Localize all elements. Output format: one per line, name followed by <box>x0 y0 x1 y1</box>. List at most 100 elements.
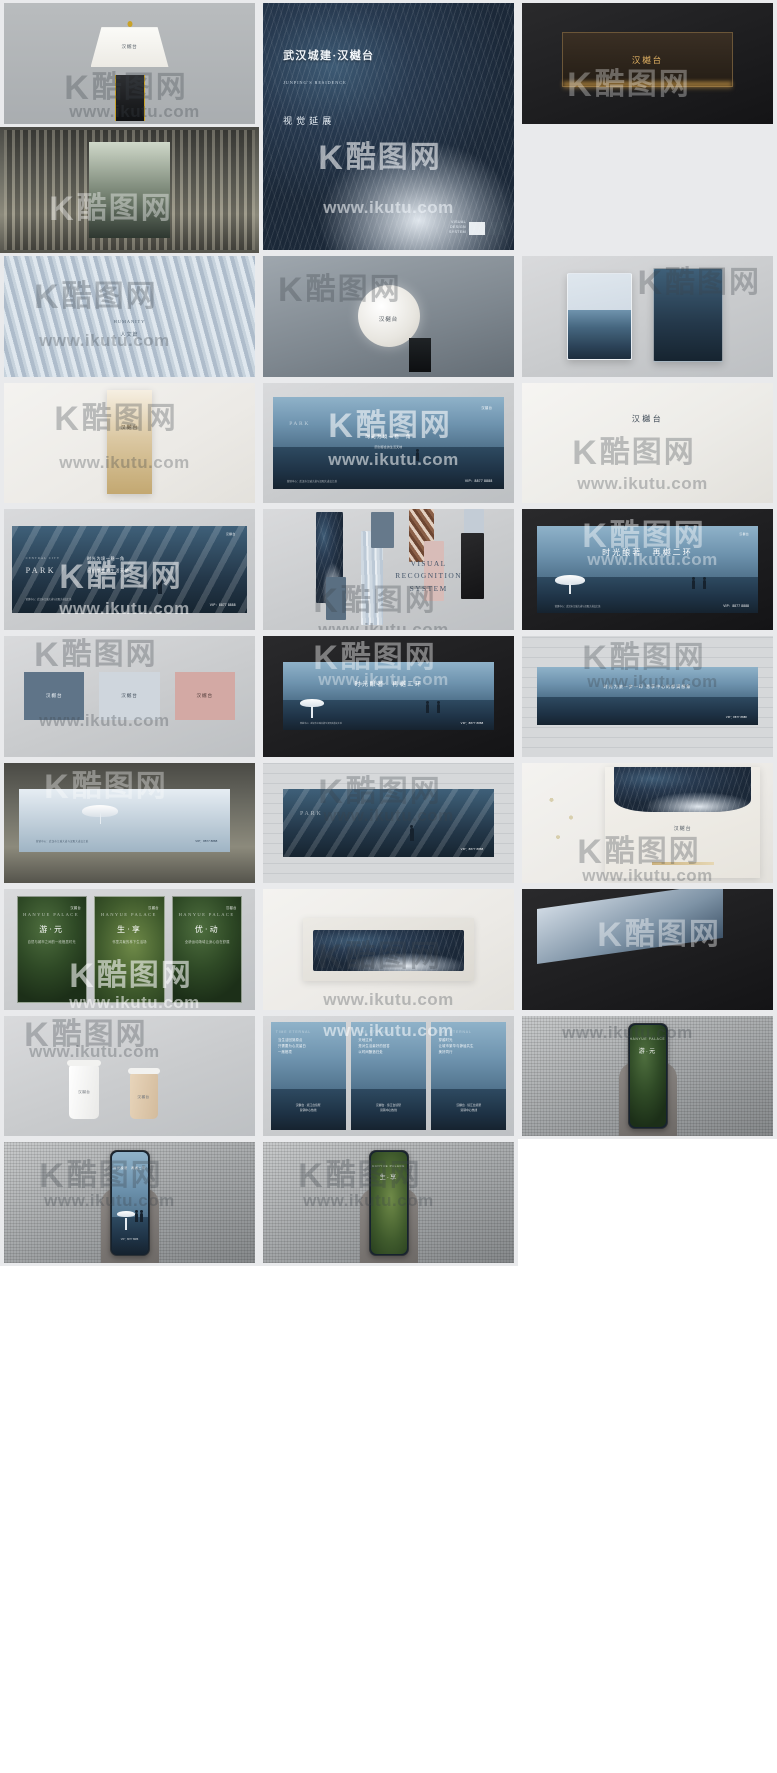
lamp-base <box>114 75 145 122</box>
vds-line-1: VISUAL <box>451 219 466 224</box>
vrs-line-3: SYSTEM <box>409 583 448 593</box>
envelope-label: 汉樾台 <box>673 827 692 833</box>
cell-standing-lightboxes[interactable]: K 酷图网 <box>518 253 777 380</box>
green-poster-2[interactable]: 汉樾台 HANYUE PALACE 优·动 全龄运动场域让身心自在舒展 <box>172 896 243 1003</box>
cell-lobby-lightbox[interactable]: 营销中心：武汉市江城大道与汉阳大道交汇处 VIP：8877 8888 K 酷图网 <box>0 759 259 887</box>
cell-corridor-billboard[interactable]: PARK VIP：8877 8888 K 酷图网 www.ikutu.com <box>259 759 518 887</box>
badge-box-dark <box>487 222 504 236</box>
park-en: PARK <box>289 421 310 428</box>
phone-device[interactable]: HANYUE PALACE 游·元 <box>627 1022 668 1130</box>
park-address: 营销中心：武汉市江城大道与汉阳大道交汇处 <box>25 598 72 601</box>
poster-footer: 汉樾台 · 境江台境墅 营销中心热线 <box>376 1102 401 1112</box>
park-word: PARK <box>299 810 323 817</box>
gallery-billboard-creative: 时光酿著 再樾二环 营销中心：武汉市江城大道与汉阳大道交汇处 VIP：8877 … <box>283 662 494 731</box>
cell-moon-plaque-logo[interactable]: 汉樾台 K 酷图网 <box>259 253 518 380</box>
poster-sub: 全龄运动场域让身心自在舒展 <box>184 940 230 945</box>
page-title: 武汉城建·汉樾台 <box>283 50 375 63</box>
vds-line-3: SYSTEM <box>449 230 466 235</box>
blue-poster-0[interactable]: TIME ETERNAL 当生活回到原点 只需要为心灵留白 一席栖境 汉樾台 ·… <box>270 1021 346 1131</box>
cell-green-poster-trio[interactable]: 汉樾台 HANYUE PALACE 游·元 自然与城市之间的一段栖居时光 汉樾台… <box>0 886 259 1013</box>
lamp-brand-label: 汉樾台 <box>121 44 138 49</box>
park-slogan-2: 因创都会的生活天地 <box>87 567 130 573</box>
subway-billboard-creative: 时光为旅一步一印 悉享中心的都满想象 VIP：8877 8888 <box>537 667 758 726</box>
humanity-cn-label: 人文篇 <box>120 332 139 338</box>
brand-mark: 汉樾台 <box>481 405 493 410</box>
cell-station-overhead-billboard[interactable]: K 酷图网 <box>518 886 777 1013</box>
cup-kraft: 汉樾台 <box>127 1068 160 1120</box>
blue-poster-2[interactable]: TIME ETERNAL 穿越时光 让城市繁华与静谧共生 美好同行 汉樾台 · … <box>431 1021 507 1131</box>
cell-phone-green-poster-3[interactable]: HANYUE PALACE 生·享 K 酷图网 www.ikutu.com <box>259 1139 518 1266</box>
poster-footer: 汉樾台 · 境江台境墅 营销中心热线 <box>456 1102 482 1112</box>
park-vip: VIP：8877 8888 <box>209 603 236 608</box>
cell-blank-texture-logo[interactable]: 汉樾台 K 酷图网 www.ikutu.com <box>518 379 777 507</box>
green-poster-1[interactable]: 汉樾台 HANYUE PALACE 生·享 邻里共聚的林下生活场 <box>94 896 165 1003</box>
watermark-url: www.ikutu.com <box>323 990 454 1010</box>
cell-envelope-stationery[interactable]: 汉樾台 K 酷图网 www.ikutu.com <box>518 759 777 887</box>
cell-cover-title-card[interactable]: 武汉城建·汉樾台 JUNPING'S RESIDENCE 视觉延展 VISUAL… <box>259 0 518 254</box>
cell-park-billboard[interactable]: 汉樾台 CENTRAL CITY PARK 时光为境一稳一角 因创都会的生活天地… <box>0 506 259 633</box>
swatch-2: 汉樾台 <box>174 672 235 721</box>
cell-phone-blue-poster-3[interactable]: 时光酿著 再樾二环 VIP：8877 8888 K 酷图网 www.ikutu.c… <box>0 1139 259 1266</box>
watermark-logo: K 酷图网 <box>572 433 696 472</box>
moon-plaque-label: 汉樾台 <box>378 316 399 323</box>
cell-color-swatches[interactable]: 汉樾台 汉樾台 汉樾台 K 酷图网 www.ikutu.com <box>0 632 259 760</box>
cell-phone-in-hand-blue-2[interactable] <box>518 126 777 254</box>
lightbox-right <box>652 268 723 363</box>
billboard-slogan: 时光为境一稳一角 <box>365 433 412 439</box>
cell-phone-green-poster-2[interactable]: HANYUE PALACE 游·元 www.ikutu.com <box>518 1012 777 1140</box>
poster-cn: 生·享 <box>117 925 142 935</box>
cell-dark-gallery-billboard[interactable]: 时光酿著 再樾二环 营销中心：武汉市江城大道与汉阳大道交汇处 VIP：8877 … <box>259 632 518 760</box>
page-subtitle: 视觉延展 <box>283 116 336 127</box>
cell-coffee-cups[interactable]: 汉樾台 汉樾台 K 酷图网 www.ikutu.com <box>0 1012 259 1140</box>
cell-street-billboard-night[interactable]: 汉樾台 时光酿著 再樾二环 营销中心：武汉市江城大道与汉阳大道交汇处 VIP：8… <box>518 506 777 633</box>
phone-device[interactable]: HANYUE PALACE 生·享 <box>368 1149 409 1256</box>
cell-blue-poster-trio[interactable]: TIME ETERNAL 当生活回到原点 只需要为心灵留白 一席栖境 汉樾台 ·… <box>259 1012 518 1140</box>
cell-business-card-set[interactable]: K 酷图网 www.ikutu.com <box>259 886 518 1013</box>
poster-sub: 邻里共聚的林下生活场 <box>112 940 147 945</box>
corridor-vip: VIP：8877 8888 <box>460 846 484 851</box>
exterior-sign-label: 汉樾台 <box>631 54 664 65</box>
green-poster-0[interactable]: 汉樾台 HANYUE PALACE 游·元 自然与城市之间的一段栖居时光 <box>16 896 87 1003</box>
banner-label: 汉樾台 <box>120 426 139 432</box>
watermark-url: www.ikutu.com <box>29 1042 160 1062</box>
page-title-en: JUNPING'S RESIDENCE <box>283 79 347 85</box>
blue-poster-1[interactable]: TIME ETERNAL 天地辽阔 是对生活最好的回答 以时间酿造归处 汉樾台 … <box>350 1021 427 1131</box>
envelope-gold-bar <box>651 862 714 865</box>
cell-silk-texture-humanity[interactable]: HUMANITY 人文篇 K 酷图网 www.ikutu.com <box>0 253 259 380</box>
mockup-grid: 武汉城建·汉樾台 JUNPING'S RESIDENCE 视觉延展 VISUAL… <box>0 0 777 1773</box>
exterior-signboard: 汉樾台 <box>562 31 733 91</box>
cell-indoor-billboard-blue[interactable]: 汉樾台 PARK 时光为境一稳一角 因创都会的生活天地 营销中心：武汉市江城大道… <box>259 379 518 507</box>
vds-badge: VISUAL DESIGN SYSTEM <box>449 220 504 236</box>
billboard-lede: 因创都会的生活天地 <box>374 444 403 449</box>
phone-poster-cn: 生·享 <box>379 1175 398 1181</box>
cell-subway-tile-billboard[interactable]: 时光为旅一步一印 悉享中心的都满想象 VIP：8877 8888 K 酷图网 ww… <box>518 632 777 760</box>
vrs-line-1: VISUAL <box>410 558 447 568</box>
poster-mark: 汉樾台 <box>70 905 82 910</box>
cell-table-lamp-mockup[interactable]: 汉樾台 K 酷图网 www.ikutu.com <box>0 0 259 127</box>
poster-en: TIME ETERNAL <box>275 1030 312 1035</box>
cell-illuminated-exterior-sign[interactable]: 汉樾台 K 酷图网 <box>518 0 777 127</box>
subway-vip: VIP：8877 8888 <box>725 716 747 720</box>
envelope-flap <box>614 767 752 812</box>
cup-kraft-label: 汉樾台 <box>137 1094 150 1099</box>
cell-hanging-banner[interactable]: 汉樾台 K 酷图网 www.ikutu.com <box>0 379 259 507</box>
night-slogan: 时光酿著 再樾二环 <box>602 548 693 558</box>
cell-vrs-composition[interactable]: VISUAL RECOGNITION SYSTEM K 酷图网 www.ikutu… <box>259 506 518 633</box>
cell-interior-corridor[interactable]: K 酷图网 <box>0 126 259 254</box>
vrs-line-2: RECOGNITION <box>395 571 463 581</box>
watermark-logo: K 酷图网 <box>24 1016 148 1055</box>
brand-mark: 汉樾台 <box>225 532 236 537</box>
poster-caption: 天地辽阔 是对生活最好的回答 以时间酿造归处 <box>358 1037 390 1055</box>
night-address: 营销中心：武汉市江城大道与汉阳大道交汇处 <box>554 605 601 608</box>
logo-wordmark: 汉樾台 <box>631 414 664 424</box>
poster-caption: 穿越时光 让城市繁华与静谧共生 美好同行 <box>438 1037 474 1055</box>
watermark-url: www.ikutu.com <box>577 474 708 494</box>
lobby-vip: VIP：8877 8888 <box>195 839 218 844</box>
poster-en: HANYUE PALACE <box>100 911 157 917</box>
poster-footer: 汉樾台 · 境江台境墅 营销中心热线 <box>295 1102 321 1112</box>
dried-flower-decor <box>532 781 598 872</box>
lobby-lightbox-creative: 营销中心：武汉市江城大道与汉阳大道交汇处 VIP：8877 8888 <box>19 789 230 852</box>
poster-sub: 自然与城市之间的一段栖居时光 <box>27 940 76 945</box>
phone-device[interactable]: 时光酿著 再樾二环 VIP：8877 8888 <box>109 1149 150 1256</box>
poster-en: TIME ETERNAL <box>436 1030 472 1035</box>
